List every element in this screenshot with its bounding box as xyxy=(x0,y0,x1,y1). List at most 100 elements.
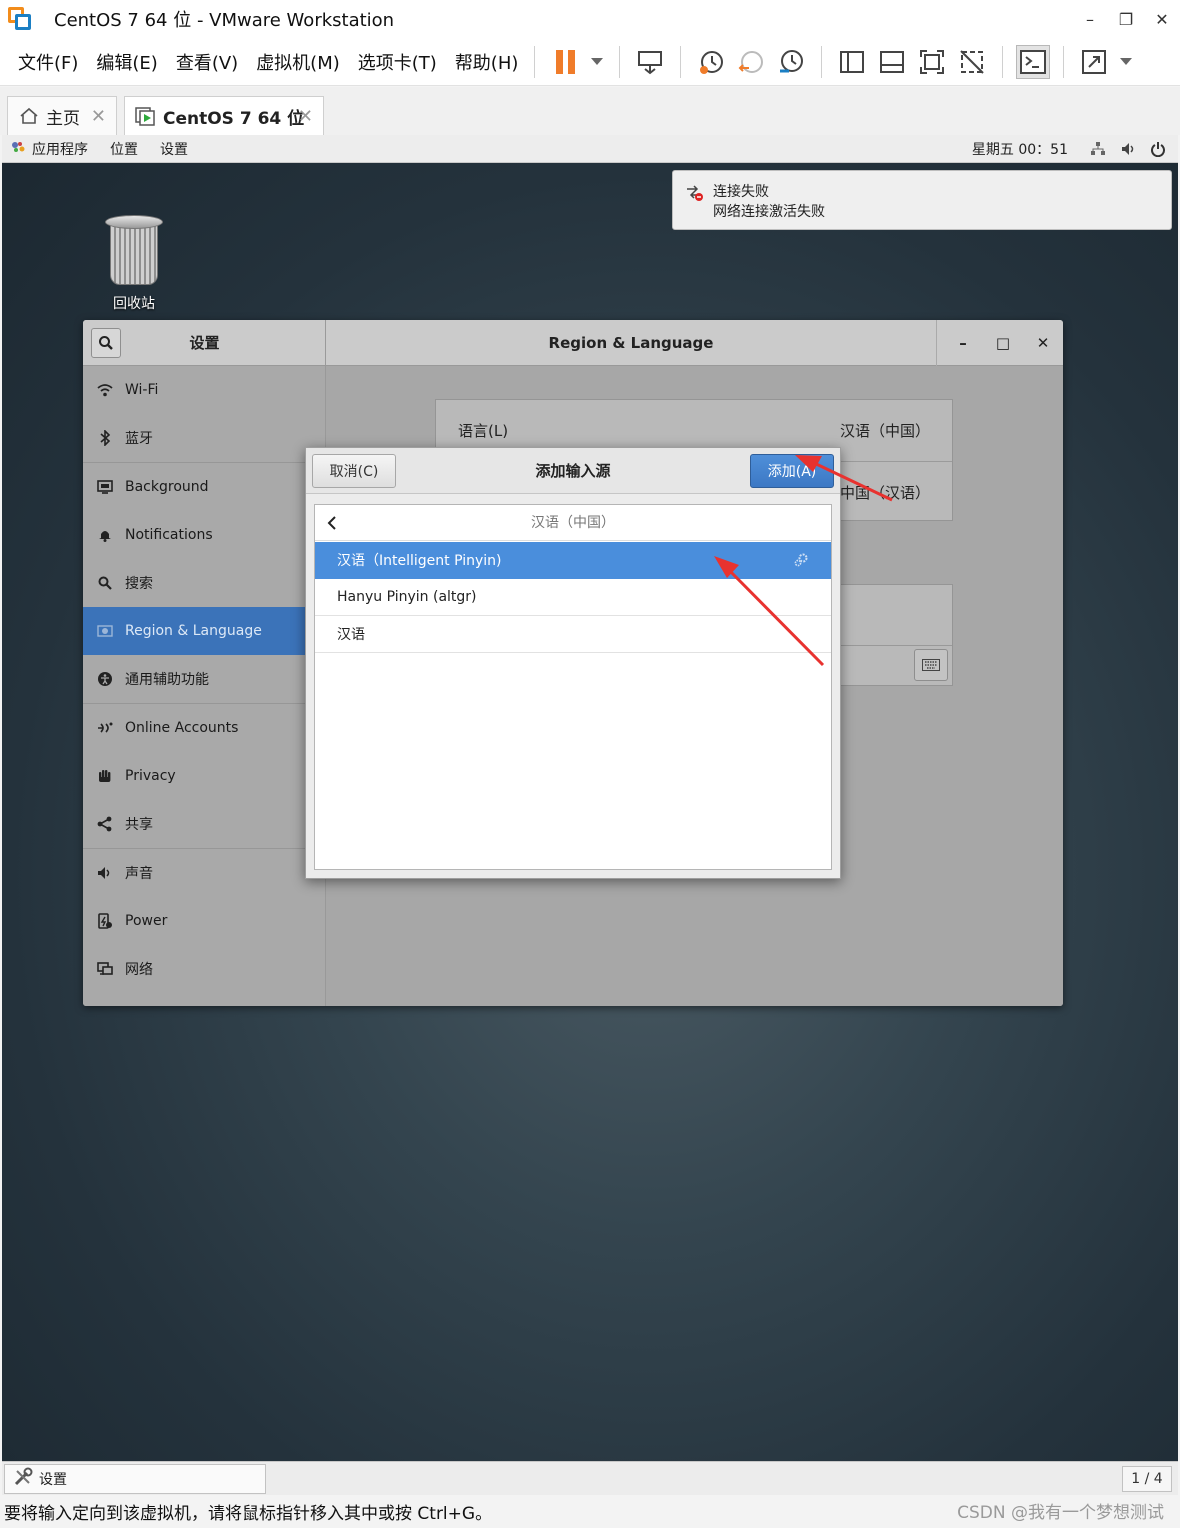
notification-title: 连接失败 xyxy=(713,184,769,200)
gnome-menu-places[interactable]: 位置 xyxy=(110,139,138,159)
list-item-label: Hanyu Pinyin (altgr) xyxy=(337,589,477,605)
gnome-menu-apps[interactable]: 应用程序 xyxy=(32,139,88,159)
fullscreen-icon xyxy=(920,49,945,74)
sidebar-item-label: 网络 xyxy=(125,962,153,978)
menu-help[interactable]: 帮助(H) xyxy=(455,49,519,75)
settings-panel-title: Region & Language xyxy=(548,334,714,352)
chevron-down-icon xyxy=(1120,57,1133,65)
snapshot-button[interactable] xyxy=(694,45,728,79)
sidebar-item-background[interactable]: Background xyxy=(83,463,326,511)
trash-desktop-icon[interactable]: 回收站 xyxy=(102,215,166,313)
tab-home[interactable]: 主页 ✕ xyxy=(7,96,117,135)
keyboard-layout-button[interactable] xyxy=(914,649,948,681)
gnome-clock[interactable]: 星期五 00：51 xyxy=(972,139,1068,159)
menu-edit[interactable]: 编辑(E) xyxy=(96,49,157,75)
terminal-icon xyxy=(1020,49,1047,74)
menu-vm[interactable]: 虚拟机(M) xyxy=(256,49,340,75)
settings-panel-header: Region & Language – □ ✕ xyxy=(326,320,1063,366)
sidebar-item-wifi[interactable]: Wi-Fi xyxy=(83,366,326,414)
sidebar-item-power[interactable]: Power xyxy=(83,897,326,945)
back-button[interactable] xyxy=(319,509,345,537)
add-button[interactable]: 添加(A) xyxy=(750,454,834,488)
vmware-status-bar: 要将输入定向到该虚拟机，请将鼠标指针移入其中或按 Ctrl+G。 CSDN @我… xyxy=(0,1495,1180,1528)
tab-home-label: 主页 xyxy=(46,108,80,129)
pause-button[interactable] xyxy=(548,45,582,79)
gnome-menu-settings[interactable]: 设置 xyxy=(160,139,188,159)
settings-search-button[interactable] xyxy=(91,328,121,358)
sidebar-item-label: Online Accounts xyxy=(125,720,239,736)
revert-clock-icon xyxy=(738,50,764,73)
workspace-pager[interactable]: 1 / 4 xyxy=(1122,1466,1172,1492)
tab-centos-label: CentOS 7 64 位 xyxy=(163,108,305,129)
send-ctrl-alt-del-button[interactable] xyxy=(633,45,667,79)
system-tray[interactable] xyxy=(1090,141,1166,157)
input-source-list: 汉语（中国） 汉语（Intelligent Pinyin) Hanyu Piny… xyxy=(314,504,832,870)
network-error-icon xyxy=(685,183,703,205)
list-item-intelligent-pinyin[interactable]: 汉语（Intelligent Pinyin) xyxy=(315,542,831,579)
menu-file[interactable]: 文件(F) xyxy=(18,49,78,75)
tab-centos-close-icon[interactable]: ✕ xyxy=(298,106,313,127)
sidebar-item-label: 通用辅助功能 xyxy=(125,672,209,688)
list-item-label: 汉语（Intelligent Pinyin) xyxy=(337,553,502,569)
sidebar-item-notifications[interactable]: Notifications xyxy=(83,511,326,559)
unity-button[interactable] xyxy=(955,45,989,79)
sidebar-item-bluetooth[interactable]: 蓝牙 xyxy=(83,414,326,462)
sidebar-item-network[interactable]: 网络 xyxy=(83,945,326,993)
sidebar-item-label: 搜索 xyxy=(125,576,153,592)
menu-tabs[interactable]: 选项卡(T) xyxy=(358,49,437,75)
home-icon xyxy=(18,106,40,126)
settings-sidebar-header: 设置 xyxy=(83,320,326,366)
guest-desktop[interactable]: 回收站 连接失败 网络连接激活失败 设置 Region & Language –… xyxy=(2,163,1178,1461)
settings-minimize-button[interactable]: – xyxy=(943,320,983,366)
sidebar-item-online-accounts[interactable]: Online Accounts xyxy=(83,704,326,752)
sidebar-item-accessibility[interactable]: 通用辅助功能 xyxy=(83,655,326,703)
chevron-left-icon xyxy=(327,516,336,530)
menu-view[interactable]: 查看(V) xyxy=(176,49,238,75)
search-icon xyxy=(99,336,113,350)
gear-icon xyxy=(793,552,809,572)
dialog-header: 取消(C) 添加输入源 添加(A) xyxy=(306,448,840,494)
settings-maximize-button[interactable]: □ xyxy=(983,320,1023,366)
tab-centos[interactable]: CentOS 7 64 位 ✕ xyxy=(124,96,324,135)
list-item-hanyu-pinyin-altgr[interactable]: Hanyu Pinyin (altgr) xyxy=(315,579,831,616)
accessibility-icon xyxy=(95,671,115,687)
taskbar-item-settings[interactable]: 设置 xyxy=(4,1464,266,1494)
library-view-button[interactable] xyxy=(835,45,869,79)
power-icon xyxy=(95,913,115,929)
minimize-button[interactable]: – xyxy=(1072,0,1108,38)
hand-icon xyxy=(95,769,115,783)
keyboard-icon xyxy=(922,659,940,671)
settings-sidebar: Wi-Fi 蓝牙 Background Notifications 搜索 Reg… xyxy=(83,366,326,1006)
sidebar-item-region-language[interactable]: Region & Language xyxy=(83,607,326,655)
tab-home-close-icon[interactable]: ✕ xyxy=(91,106,106,127)
stretch-dropdown[interactable] xyxy=(1117,45,1135,79)
sidebar-item-label: Region & Language xyxy=(125,623,262,639)
sidebar-item-sound[interactable]: 声音 xyxy=(83,849,326,897)
snapshot-manager-icon xyxy=(780,49,804,72)
network-wired-icon xyxy=(1091,141,1105,155)
sidebar-item-search[interactable]: 搜索 xyxy=(83,559,326,607)
settings-close-button[interactable]: ✕ xyxy=(1023,320,1063,366)
console-view-button[interactable] xyxy=(1016,44,1051,79)
restore-button[interactable]: ❐ xyxy=(1108,0,1144,38)
gnome-foot-icon xyxy=(10,140,26,158)
notification-banner[interactable]: 连接失败 网络连接激活失败 xyxy=(672,170,1172,230)
fullscreen-button[interactable] xyxy=(915,45,949,79)
snapshot-clock-icon xyxy=(700,50,724,74)
sidebar-item-sharing[interactable]: 共享 xyxy=(83,800,326,848)
close-button[interactable]: ✕ xyxy=(1144,0,1180,38)
stretch-button[interactable] xyxy=(1077,45,1111,79)
add-input-source-dialog: 取消(C) 添加输入源 添加(A) 汉语（中国） 汉语（Intelligent … xyxy=(305,447,841,879)
notification-body: 网络连接激活失败 xyxy=(713,204,825,220)
pause-dropdown[interactable] xyxy=(588,45,606,79)
sidebar-item-privacy[interactable]: Privacy xyxy=(83,752,326,800)
network-icon xyxy=(95,962,115,976)
menubar: 文件(F) 编辑(E) 查看(V) 虚拟机(M) 选项卡(T) 帮助(H) xyxy=(0,38,1180,86)
list-item-hanyu[interactable]: 汉语 xyxy=(315,616,831,653)
thumbnail-view-button[interactable] xyxy=(875,45,909,79)
cancel-button[interactable]: 取消(C) xyxy=(312,454,396,488)
list-back-row: 汉语（中国） xyxy=(315,505,831,541)
revert-snapshot-button[interactable] xyxy=(734,45,768,79)
snapshot-manager-button[interactable] xyxy=(774,45,808,79)
bottom-panel-layout-icon xyxy=(880,50,905,73)
